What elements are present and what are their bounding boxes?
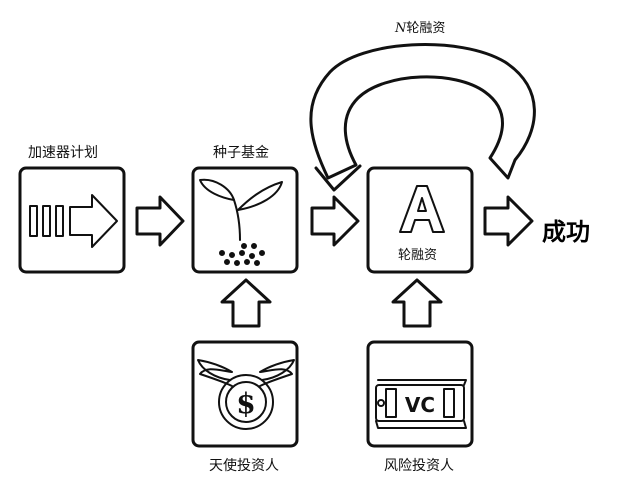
accelerator-label: 加速器计划	[28, 145, 98, 161]
success-label: 成功	[542, 218, 590, 246]
angel-investor-label: 天使投资人	[209, 457, 279, 474]
sprout-seeds-icon	[199, 178, 283, 266]
n-round-letter: N	[394, 21, 407, 36]
arrow-round-a-to-success	[483, 195, 534, 247]
svg-text:$: $	[236, 387, 255, 420]
vc-money-bills-icon: VC	[375, 379, 467, 429]
arrow-vc-to-round-a	[391, 278, 443, 328]
arrow-angel-to-seed	[220, 278, 272, 328]
accelerator-box	[18, 166, 126, 274]
n-round-text: 轮融资	[406, 21, 445, 36]
arrow-accelerator-to-seed	[135, 195, 185, 247]
winged-dollar-coin-icon: $	[197, 359, 295, 430]
vc-bill-text: VC	[405, 393, 435, 417]
arrow-seed-to-round-a	[310, 195, 360, 247]
round-a-label: 轮融资	[398, 248, 437, 263]
speed-lines-arrow-icon	[29, 194, 118, 248]
venture-investor-label: 风险投资人	[384, 458, 454, 474]
n-round-label: N轮融资	[394, 21, 445, 36]
seed-fund-label: 种子基金	[213, 144, 269, 161]
letter-a-icon	[399, 185, 445, 233]
startup-funding-diagram: N轮融资 加速器计划 种子基金 轮融资 成功 $ 天使投资人 VC 风险投资人	[18, 21, 590, 474]
